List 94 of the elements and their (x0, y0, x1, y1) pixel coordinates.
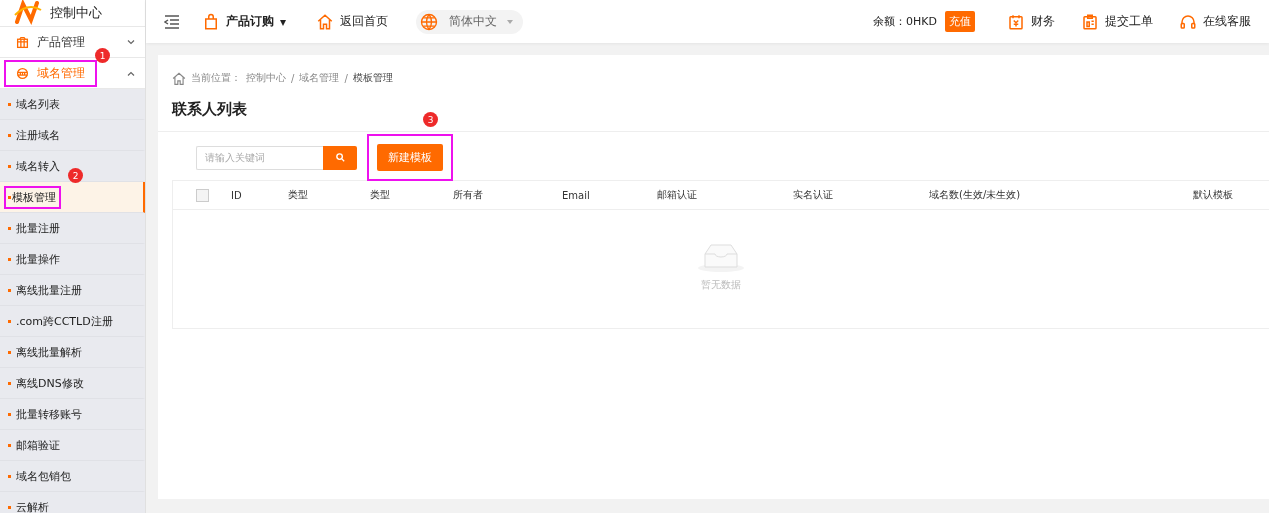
chevron-icon (127, 39, 135, 45)
item-label: 批量转移账号 (16, 406, 82, 422)
product-order-menu[interactable]: 产品订购 ▾ (202, 12, 287, 31)
item-label: 离线DNS修改 (16, 375, 84, 391)
calendar-yen-icon (1007, 12, 1025, 31)
link-label: 财务 (1031, 13, 1055, 30)
item-label: .com跨CCTLD注册 (16, 313, 113, 329)
bullet-icon (8, 350, 11, 354)
language-label: 简体中文 (449, 13, 498, 30)
header-link[interactable]: 提交工单 (1081, 12, 1153, 31)
column-header: 邮箱认证 (657, 188, 698, 202)
step-badge: 2 (68, 168, 83, 183)
bullet-icon (8, 319, 11, 323)
bullet-icon (8, 381, 11, 385)
sidebar-item[interactable]: 邮箱验证 (0, 430, 145, 461)
group-label: 域名管理 (37, 64, 85, 82)
column-header: 实名认证 (793, 188, 834, 202)
item-label: 邮箱验证 (16, 437, 60, 453)
globe-icon (16, 66, 29, 80)
chevron-icon (127, 70, 135, 76)
column-header: 域名数(生效/未生效) (929, 188, 1022, 202)
item-label: 域名包销包 (16, 468, 71, 484)
breadcrumb-link[interactable]: 控制中心 (246, 71, 286, 85)
bullet-icon (8, 412, 11, 416)
item-label: 批量操作 (16, 251, 60, 267)
column-header: Email (562, 189, 591, 201)
bullet-icon (8, 195, 11, 199)
gift-box-icon (16, 35, 29, 49)
search-button[interactable] (323, 145, 357, 170)
clipboard-icon (1081, 12, 1099, 31)
item-label: 离线批量注册 (16, 282, 82, 298)
sidebar-item[interactable]: 批量操作 (0, 244, 145, 275)
breadcrumb-current: 模板管理 (352, 71, 393, 85)
header-link[interactable]: 在线客服 (1179, 12, 1251, 31)
step-badge: 3 (423, 112, 438, 127)
breadcrumb-prefix: 当前位置： (191, 71, 241, 85)
column-header: 类型 (370, 188, 391, 202)
bullet-icon (8, 133, 11, 137)
bullet-icon (8, 443, 11, 447)
link-label: 返回首页 (340, 13, 389, 30)
link-label: 提交工单 (1105, 13, 1153, 30)
search-field[interactable]: 请输入关键词 (196, 145, 323, 170)
search-icon (334, 152, 346, 163)
caret-icon: ▾ (280, 14, 287, 29)
bullet-icon (8, 288, 11, 292)
empty-inbox-icon (697, 242, 745, 272)
house-icon (172, 71, 186, 85)
column-header: 类型 (288, 188, 309, 202)
bullet-icon (8, 226, 11, 230)
menu-fold-icon[interactable] (164, 14, 180, 29)
sidebar-item[interactable]: 域名列表 (0, 89, 145, 120)
sidebar-item[interactable]: .com跨CCTLD注册 (0, 306, 145, 337)
sidebar-item[interactable]: 域名包销包 (0, 461, 145, 492)
logo-title: 控制中心 (50, 4, 102, 22)
breadcrumb-separator: / (344, 72, 348, 84)
header-link[interactable]: 财务 (1007, 12, 1055, 31)
sidebar-item[interactable]: 批量注册 (0, 213, 145, 244)
sidebar-item[interactable]: 注册域名 (0, 120, 145, 151)
item-label: 域名列表 (16, 96, 60, 112)
item-label: 注册域名 (16, 127, 60, 143)
logo-icon (14, 0, 42, 26)
headset-icon (1179, 12, 1197, 31)
breadcrumb-separator: / (291, 72, 295, 84)
item-label: 域名转入 (16, 158, 60, 174)
sidebar-item[interactable]: 模板管理 (0, 182, 145, 213)
sidebar-item[interactable]: 离线DNS修改 (0, 368, 145, 399)
sidebar-item[interactable]: 离线批量解析 (0, 337, 145, 368)
link-label: 在线客服 (1203, 13, 1251, 30)
bullet-icon (8, 257, 11, 261)
house-icon (316, 12, 335, 31)
bullet-icon (8, 505, 11, 509)
shopping-bag-icon (202, 12, 220, 31)
bullet-icon (8, 164, 11, 168)
column-header: 所有者 (453, 188, 484, 202)
column-header: 默认模板 (1193, 188, 1234, 202)
sidebar-item[interactable]: 批量转移账号 (0, 399, 145, 430)
breadcrumb-link[interactable]: 域名管理 (299, 71, 340, 85)
menu-label: 产品订购 (226, 13, 274, 30)
item-label: 批量注册 (16, 220, 60, 236)
globe-icon (419, 11, 440, 32)
balance-text: 余额：0HKD (873, 14, 937, 29)
caret-icon (507, 19, 514, 24)
bullet-icon (8, 102, 11, 106)
group-label: 产品管理 (37, 33, 85, 51)
language-select[interactable]: 简体中文 (416, 9, 524, 34)
sidebar-item[interactable]: 云解析 (0, 492, 145, 513)
item-label: 模板管理 (4, 185, 61, 209)
home-link[interactable]: 返回首页 (316, 12, 389, 31)
bullet-icon (8, 474, 11, 478)
item-label: 离线批量解析 (16, 344, 82, 360)
sidebar-item[interactable]: 离线批量注册 (0, 275, 145, 306)
column-header: ID (231, 189, 243, 201)
select-all-checkbox[interactable] (195, 188, 209, 202)
item-label: 云解析 (16, 499, 49, 513)
